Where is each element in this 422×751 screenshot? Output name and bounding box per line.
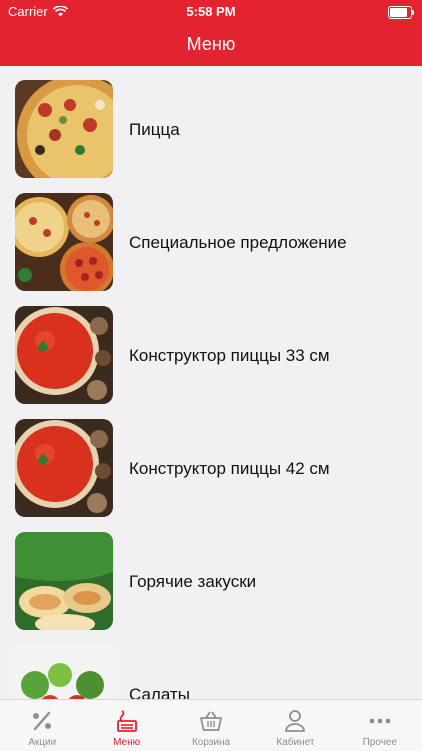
tab-menu[interactable]: Меню (84, 700, 168, 751)
pizza-thumbnail (15, 80, 113, 178)
status-time: 5:58 PM (186, 4, 236, 19)
battery-icon (388, 6, 414, 19)
menu-item[interactable]: Специальное предложение (0, 179, 422, 292)
tab-bar: Акции Меню Корзина Кабинет Прочее (0, 699, 422, 751)
percent-icon (33, 711, 52, 731)
menu-list: Пицца Специальное предложение Конструкто… (0, 66, 422, 699)
tab-label: Меню (113, 737, 141, 748)
tab-label: Корзина (191, 737, 231, 748)
menu-item[interactable]: Горячие закуски (0, 518, 422, 631)
menu-item[interactable]: Пицца (0, 66, 422, 179)
tab-cart[interactable]: Корзина (169, 700, 253, 751)
pizza-base-thumbnail (15, 306, 113, 404)
status-bar: Carrier 5:58 PM (0, 4, 422, 22)
menu-icon (116, 710, 137, 732)
snacks-thumbnail (15, 532, 113, 630)
basket-icon (200, 711, 222, 731)
tab-label: Акции (28, 737, 57, 748)
battery-fill (390, 8, 408, 17)
person-icon (285, 710, 306, 732)
pizza-thumbnail (15, 193, 113, 291)
menu-item-label: Конструктор пиццы 42 см (129, 459, 330, 478)
salad-thumbnail (15, 645, 113, 699)
menu-item-label: Горячие закуски (129, 572, 257, 591)
menu-item-label: Салаты (129, 685, 190, 699)
menu-item[interactable]: Конструктор пиццы 33 см (0, 292, 422, 405)
tab-more[interactable]: Прочее (338, 700, 422, 751)
tab-label: Прочее (362, 737, 398, 748)
menu-item[interactable]: Салаты (0, 631, 422, 699)
tab-account[interactable]: Кабинет (253, 700, 337, 751)
menu-item-label: Специальное предложение (129, 233, 347, 252)
pizza-base-thumbnail (15, 419, 113, 517)
tab-promotions[interactable]: Акции (0, 700, 84, 751)
more-icon (369, 718, 391, 724)
menu-item[interactable]: Конструктор пиццы 42 см (0, 405, 422, 518)
menu-item-label: Пицца (129, 120, 180, 139)
nav-header: Carrier 5:58 PM Меню (0, 0, 422, 66)
menu-item-label: Конструктор пиццы 33 см (129, 346, 330, 365)
page-title: Меню (186, 34, 236, 54)
tab-label: Кабинет (276, 737, 315, 748)
